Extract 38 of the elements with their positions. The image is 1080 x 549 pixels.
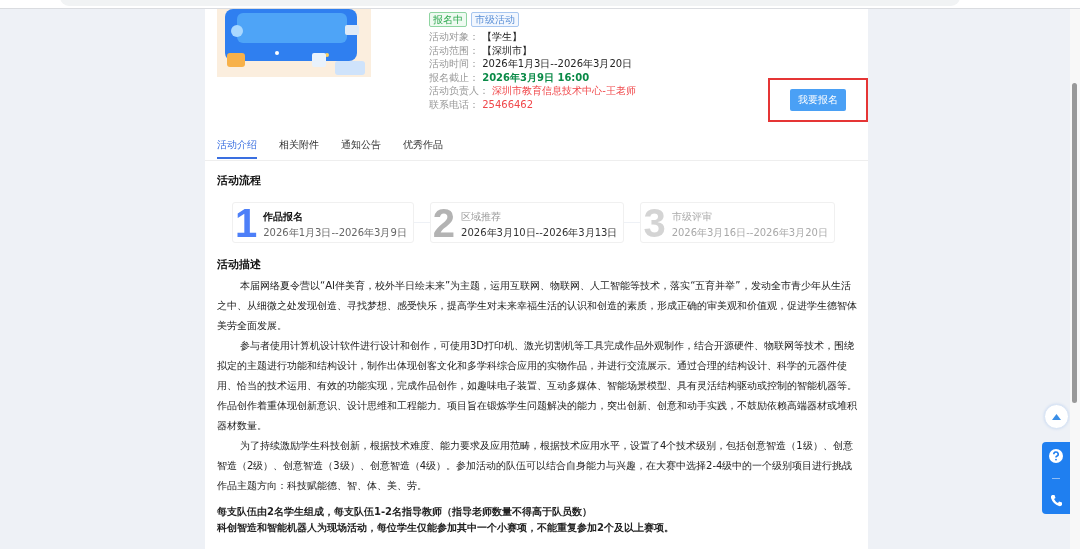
tab[interactable]: 优秀作品 — [403, 138, 443, 159]
scroll-top-button[interactable] — [1043, 404, 1069, 429]
help-icon[interactable] — [1049, 449, 1063, 464]
step-number: 2 — [432, 202, 456, 243]
step-name: 市级评审 — [671, 209, 713, 224]
step-name: 区域推荐 — [461, 209, 503, 224]
info-label: 活动负责人： — [429, 85, 489, 96]
step-dates: 2026年3月10日--2026年3月13日 — [461, 225, 618, 240]
description-paragraph: 参与者使用计算机设计软件进行设计和创作，可使用3D打印机、激光切割机等工具完成作品外观制作，结合开源硬件、物联网等技术，围绕拟定的主题进行功能和结构设计，制作出体现创客文化和多学科综合应用的实物作品，并进行交流展示。通过合理的结构设计、科学的元器件使用、恰当的技术运用、有效的功能实现，完成作品创作，如趣味电子装置、互动多媒体、智能场景模型、具有灵活结构驱动或控制的智能机器等。作品创作着重体现创新意识、设计思维和工程能力。项目旨在锻炼学生问题解决的能力，突出创新、创意和动手实践，不鼓励依赖高端器材或堆积器材数量。 — [217, 339, 858, 433]
info-value: 【学生】 — [482, 31, 523, 42]
tab[interactable]: 相关附件 — [279, 138, 319, 159]
caret-up-icon — [1051, 413, 1061, 420]
info-label: 活动范围： — [429, 44, 479, 56]
status-tag: 市级活动 — [471, 12, 519, 27]
info-value: 25466462 — [482, 98, 534, 110]
info-label: 活动时间： — [429, 58, 479, 69]
info-value: 深圳市教育信息技术中心-王老师 — [492, 85, 636, 96]
step-name: 作品报名 — [263, 209, 305, 224]
description-paragraph: 为了持续激励学生科技创新，根据技术难度、能力要求及应用范畴，根据技术应用水平，设置了4个技术级别，包括创意智造（1级）、创意智造（2级）、创意智造（3级）、创意智造（4级）。参加活动的队伍可以结合自身能力与兴趣，在大赛中选择2-4级中的一个级别项目进行挑战作品主题方向：科技赋能德、智、体、美、劳。 — [217, 439, 854, 493]
info-label: 联系电话： — [429, 98, 479, 110]
tab[interactable]: 通知公告 — [341, 138, 381, 159]
info-value: 【深圳市】 — [482, 44, 533, 56]
info-value: 2026年3月9日 16:00 — [482, 71, 590, 83]
description-paragraph: 科创智造和智能机器人为现场活动，每位学生仅能参加其中一个小赛项，不能重复参加2个及以上赛项。 — [217, 521, 675, 535]
scrollbar-thumb[interactable] — [1072, 83, 1077, 403]
description-paragraph: 本届网络夏令营以“AI伴美育，校外半日绘未来”为主题，运用互联网、物联网、人工智能等技术，落实“五育并举”，发动全市青少年从生活之中、从细微之处发现创造、寻找梦想、感受快乐，提高学生对未来幸福生活的认识和创造的素质，形成正确的审美观和价值观，促进学生德智体美劳全面发展。 — [217, 279, 858, 333]
status-tag: 报名中 — [429, 12, 467, 27]
phone-icon[interactable] — [1049, 493, 1063, 507]
info-label: 活动对象： — [429, 31, 479, 42]
section-title: 活动描述 — [217, 257, 262, 272]
tab[interactable]: 活动介绍 — [217, 138, 257, 159]
step-dates: 2026年3月16日--2026年3月20日 — [671, 225, 828, 240]
info-value: 2026年1月3日--2026年3月20日 — [482, 58, 633, 69]
description-paragraph: 每支队伍由2名学生组成，每支队伍1-2名指导教师（指导老师数量不得高于队员数） — [217, 505, 594, 519]
section-title: 活动流程 — [217, 173, 262, 188]
step-number: 1 — [235, 202, 258, 243]
step-dates: 2026年1月3日--2026年3月9日 — [263, 225, 407, 240]
info-label: 报名截止： — [429, 71, 479, 83]
